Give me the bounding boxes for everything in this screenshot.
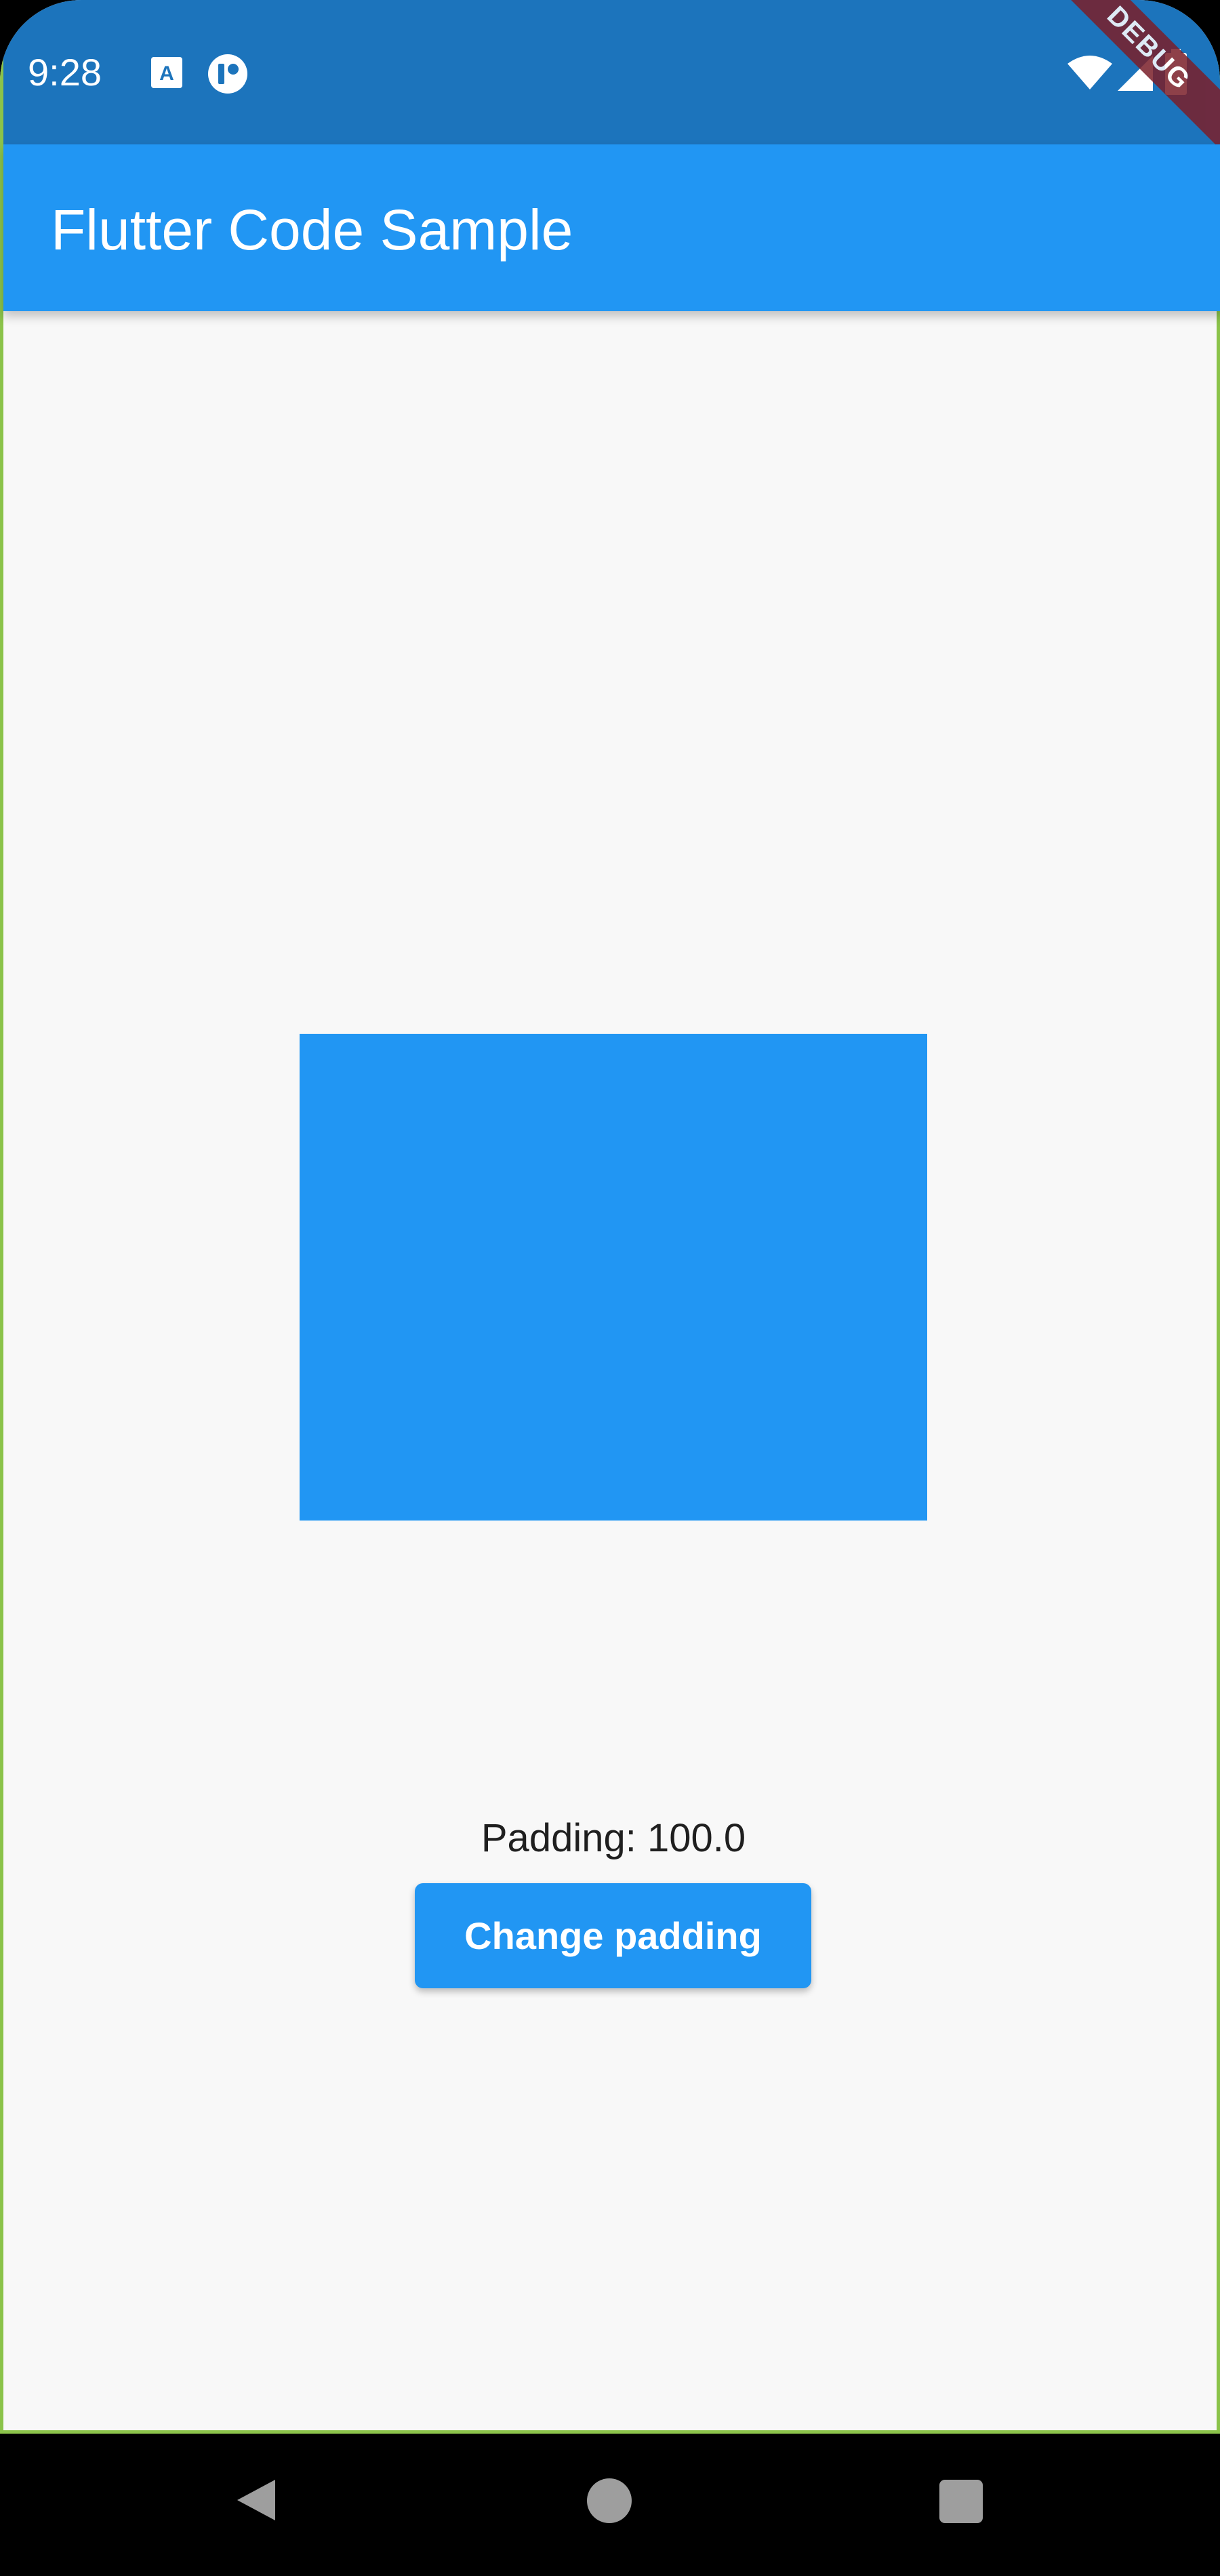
- device-frame: 9:28 A DEBUG Flutter Code Sample Padding…: [0, 0, 1220, 2576]
- status-bar: 9:28 A DEBUG: [3, 0, 1220, 150]
- recents-icon[interactable]: [939, 2480, 983, 2523]
- animated-padding-box: [300, 1034, 927, 1521]
- status-time: 9:28: [28, 51, 102, 94]
- a-notification-icon: A: [147, 53, 186, 92]
- change-padding-button[interactable]: Change padding: [415, 1883, 811, 1988]
- padding-value-label: Padding: 100.0: [481, 1816, 746, 1860]
- notification-app-icon: [207, 53, 247, 94]
- app-bar: Flutter Code Sample: [3, 144, 1220, 311]
- app-screen: 9:28 A DEBUG Flutter Code Sample Padding…: [0, 0, 1220, 2434]
- home-icon[interactable]: [587, 2478, 632, 2523]
- back-icon[interactable]: [232, 2476, 281, 2524]
- wifi-icon: [1066, 53, 1114, 92]
- system-nav-bar: [0, 2434, 1220, 2576]
- app-bar-title: Flutter Code Sample: [51, 198, 573, 262]
- svg-text:A: A: [159, 62, 174, 85]
